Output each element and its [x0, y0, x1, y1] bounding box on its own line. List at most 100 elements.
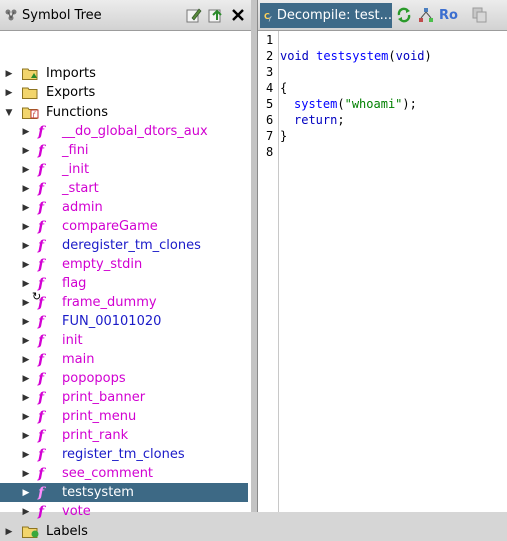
expand-arrow-icon[interactable]: ▶ [21, 393, 31, 403]
function-name: admin [62, 200, 103, 215]
expand-arrow-icon[interactable]: ▶ [21, 488, 31, 498]
refresh-icon[interactable] [396, 7, 412, 23]
tree-function-item[interactable]: ▶ f print_menu [0, 407, 248, 426]
tree-function-item[interactable]: ▶ f testsystem [0, 483, 248, 502]
function-icon: f [38, 142, 45, 159]
function-name: print_menu [62, 409, 137, 424]
tree-function-item[interactable]: ▶ f admin [0, 198, 248, 217]
function-name: main [62, 352, 95, 367]
expand-arrow-icon[interactable]: ▶ [21, 260, 31, 270]
graph-icon[interactable] [418, 7, 434, 23]
expand-arrow-icon[interactable]: ▶ [21, 336, 31, 346]
expand-arrow-icon[interactable]: ▶ [21, 317, 31, 327]
tree-node-functions[interactable]: ▼ f Functions [0, 103, 248, 122]
expand-arrow-icon[interactable]: ▶ [21, 184, 31, 194]
function-icon: f [38, 446, 45, 463]
code-line-2: void testsystem(void) [280, 49, 432, 63]
code-line-4: { [280, 81, 288, 95]
expand-arrow-icon[interactable]: ▶ [4, 88, 14, 98]
code-area[interactable]: void testsystem(void) { system("whoami")… [279, 31, 507, 512]
tree-function-item[interactable]: ▶ f deregister_tm_clones [0, 236, 248, 255]
tree-label: Functions [46, 105, 109, 120]
function-icon: f [38, 408, 45, 425]
line-number: 4 [266, 81, 274, 95]
code-keyword: void [395, 49, 425, 63]
expand-arrow-icon[interactable]: ▶ [21, 412, 31, 422]
tree-function-item[interactable]: ▶ f see_comment [0, 464, 248, 483]
expand-arrow-icon[interactable]: ▶ [21, 279, 31, 289]
tree-function-item[interactable]: ▶ f popopops [0, 369, 248, 388]
tree-function-item[interactable]: ▶ f ↻ frame_dummy [0, 290, 248, 312]
tree-label: Imports [46, 66, 96, 81]
expand-arrow-icon[interactable]: ▶ [4, 527, 14, 537]
tree-function-item[interactable]: ▶ f _init [0, 160, 248, 179]
tree-function-item[interactable]: ▶ f compareGame [0, 217, 248, 236]
code-line-5: system("whoami"); [294, 97, 417, 111]
decompiler-tab-title: Decompile: test... [276, 8, 392, 23]
expand-arrow-icon[interactable]: ▶ [21, 222, 31, 232]
navigate-icon[interactable] [208, 7, 224, 23]
function-name: print_banner [62, 390, 146, 405]
function-icon: f [38, 370, 45, 387]
code-paren: ( [388, 49, 396, 63]
function-name: __do_global_dtors_aux [62, 124, 208, 139]
function-name: frame_dummy [62, 295, 157, 310]
close-icon[interactable] [230, 7, 246, 23]
folder-exports-icon [22, 87, 38, 99]
expand-arrow-icon[interactable]: ▶ [21, 469, 31, 479]
function-name: FUN_00101020 [62, 314, 162, 329]
expand-arrow-icon[interactable]: ▶ [21, 450, 31, 460]
line-number: 1 [266, 33, 274, 47]
tree-node-labels[interactable]: ▶ Labels [0, 522, 248, 541]
code-string: "whoami" [344, 97, 403, 111]
function-name: _start [62, 181, 99, 196]
decompiler-panel: Cf Decompile: test... Ro 1 2 3 4 5 6 7 8… [257, 0, 507, 512]
expand-arrow-icon[interactable]: ▶ [21, 355, 31, 365]
edit-icon[interactable] [186, 7, 202, 23]
tree-function-item[interactable]: ▶ f init [0, 331, 248, 350]
function-icon: f [38, 332, 45, 349]
tree-function-item[interactable]: ▶ f _start [0, 179, 248, 198]
expand-arrow-icon[interactable]: ▶ [21, 374, 31, 384]
thunk-overlay-icon: ↻ [32, 290, 42, 303]
expand-arrow-icon[interactable]: ▶ [21, 241, 31, 251]
expand-arrow-icon[interactable]: ▶ [21, 298, 31, 308]
symbol-tree-title: Symbol Tree [22, 7, 102, 23]
function-icon: f [38, 218, 45, 235]
function-name: _fini [62, 143, 89, 158]
tree-function-item[interactable]: ▶ f __do_global_dtors_aux [0, 122, 248, 141]
function-name: register_tm_clones [62, 447, 185, 462]
tree-node-imports[interactable]: ▶ Imports [0, 64, 248, 83]
collapse-arrow-icon[interactable]: ▼ [4, 108, 14, 118]
tree-function-item[interactable]: ▶ f main [0, 350, 248, 369]
tree-function-item[interactable]: ▶ f _fini [0, 141, 248, 160]
symbol-tree-panel: Symbol Tree ▶ Imports ▶ Exports ▼ f Func… [0, 0, 252, 539]
read-only-button[interactable]: Ro [439, 8, 458, 23]
function-icon: f [38, 199, 45, 216]
folder-functions-icon: f [22, 107, 39, 119]
copy-icon[interactable] [472, 7, 488, 23]
code-call[interactable]: system [294, 97, 337, 111]
tree-function-item[interactable]: ▶ f FUN_00101020 [0, 312, 248, 331]
code-function-name[interactable]: testsystem [316, 49, 388, 63]
function-icon: f [38, 161, 45, 178]
tree-function-item[interactable]: ▶ f empty_stdin [0, 255, 248, 274]
function-name: _init [62, 162, 90, 177]
expand-arrow-icon[interactable]: ▶ [21, 431, 31, 441]
tree-function-item[interactable]: ▶ f print_rank [0, 426, 248, 445]
code-semicolon: ; [337, 113, 345, 127]
tree-function-item[interactable]: ▶ f register_tm_clones [0, 445, 248, 464]
code-line-6: return; [294, 113, 345, 127]
expand-arrow-icon[interactable]: ▶ [21, 127, 31, 137]
function-name: testsystem [62, 485, 134, 500]
function-icon: f [38, 256, 45, 273]
tree-node-exports[interactable]: ▶ Exports [0, 83, 248, 102]
expand-arrow-icon[interactable]: ▶ [4, 69, 14, 79]
expand-arrow-icon[interactable]: ▶ [21, 165, 31, 175]
function-name: print_rank [62, 428, 129, 443]
expand-arrow-icon[interactable]: ▶ [21, 146, 31, 156]
decompiler-tab[interactable]: Cf Decompile: test... [260, 3, 392, 28]
code-paren: ); [402, 97, 417, 111]
expand-arrow-icon[interactable]: ▶ [21, 203, 31, 213]
tree-function-item[interactable]: ▶ f print_banner [0, 388, 248, 407]
